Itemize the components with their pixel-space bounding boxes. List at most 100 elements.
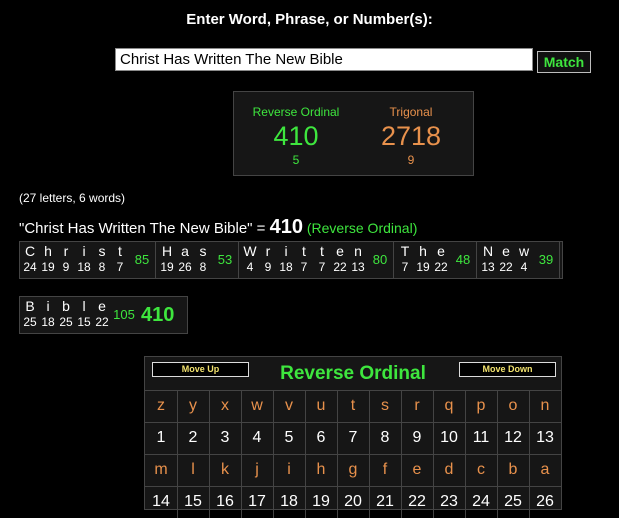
cipher-letter: f: [382, 461, 388, 478]
letter-cell: N 13: [479, 242, 497, 274]
letter-char: t: [302, 243, 306, 259]
summary-cipher-value: 410: [273, 121, 319, 151]
cipher-value: 1: [156, 429, 166, 446]
letter-cell: e 22: [432, 242, 450, 274]
grid-line: [369, 390, 370, 518]
letter-char: t: [118, 243, 122, 259]
letter-cell: t7: [313, 242, 331, 274]
letter-cell: n 13: [349, 242, 367, 274]
cipher-letter: b: [508, 461, 518, 478]
grid-line: [209, 390, 210, 518]
letter-char: N: [482, 243, 494, 259]
cipher-value: 24: [472, 493, 490, 510]
letter-char: s: [199, 243, 207, 259]
grid-line: [401, 390, 402, 518]
letter-value: 13: [481, 260, 495, 274]
letter-value: 13: [351, 260, 365, 274]
letter-char: C: [24, 243, 36, 259]
letter-char: i: [46, 298, 50, 314]
match-button[interactable]: Match: [537, 51, 591, 73]
letter-cell: C 24: [21, 242, 39, 274]
summary-cipher-name: Reverse Ordinal: [252, 105, 340, 119]
cipher-letter: u: [316, 397, 326, 414]
cipher-value: 10: [440, 429, 458, 446]
summary-reverse-ordinal[interactable]: Reverse Ordinal 410 5: [241, 92, 351, 167]
cipher-letter: w: [251, 397, 263, 414]
word-sum: 85: [134, 252, 150, 267]
cipher-value: 11: [472, 429, 490, 446]
letter-char: H: [161, 243, 173, 259]
letter-char: h: [419, 243, 427, 259]
cipher-letter: n: [540, 397, 550, 414]
letter-cell: t7: [295, 242, 313, 274]
letter-char: s: [98, 243, 106, 259]
letter-value: 9: [62, 260, 70, 274]
letter-value: 8: [199, 260, 207, 274]
cipher-value: 4: [252, 429, 262, 446]
word-sum: 39: [538, 252, 554, 267]
letter-char: e: [98, 298, 106, 314]
cipher-value: 3: [220, 429, 230, 446]
letter-value: 18: [279, 260, 293, 274]
letter-char: w: [518, 243, 530, 259]
letter-char: i: [284, 243, 288, 259]
cipher-letter: q: [444, 397, 454, 414]
letter-cell: w4: [515, 242, 533, 274]
letter-value: 4: [246, 260, 254, 274]
summary-cipher-reduction: 9: [407, 153, 415, 167]
cipher-value: 15: [184, 493, 202, 510]
cipher-value: 22: [408, 493, 426, 510]
letter-value: 22: [434, 260, 448, 274]
summary-trigonal[interactable]: Trigonal 2718 9: [356, 92, 466, 167]
letter-char: b: [62, 298, 70, 314]
phrase-input[interactable]: [115, 48, 533, 71]
cipher-value: 14: [152, 493, 170, 510]
word-divider: [238, 242, 239, 278]
prompt-label: Enter Word, Phrase, or Number(s):: [186, 11, 433, 28]
cipher-value: 2: [188, 429, 198, 446]
grid-line: [529, 390, 530, 518]
cipher-value: 9: [412, 429, 422, 446]
word-sum: 105: [113, 307, 135, 322]
letter-char: e: [336, 243, 344, 259]
letter-cell: h 19: [414, 242, 432, 274]
letter-value: 22: [95, 315, 109, 329]
cipher-value: 26: [536, 493, 554, 510]
grid-line: [273, 390, 274, 518]
letter-value: 8: [98, 260, 106, 274]
cipher-value: 23: [440, 493, 458, 510]
cipher-value: 19: [312, 493, 330, 510]
cipher-letter: d: [444, 461, 454, 478]
letter-value: 7: [318, 260, 326, 274]
cipher-value: 5: [284, 429, 294, 446]
cipher-letter: j: [255, 461, 259, 478]
letter-cell: i 18: [39, 297, 57, 329]
letter-cell: a 26: [176, 242, 194, 274]
letter-value: 22: [499, 260, 513, 274]
letter-cell: T7: [396, 242, 414, 274]
grid-line: [177, 390, 178, 518]
letter-cell: e 22: [93, 297, 111, 329]
letter-value: 9: [264, 260, 272, 274]
cipher-letter: l: [191, 461, 195, 478]
move-down-button[interactable]: Move Down: [459, 362, 556, 377]
letter-char: t: [320, 243, 324, 259]
letter-value: 18: [41, 315, 55, 329]
cipher-table: Move Up Reverse Ordinal Move Down zyxwvu…: [144, 356, 562, 518]
grid-line: [433, 390, 434, 518]
letter-cell: B 25: [21, 297, 39, 329]
letter-cell: b 25: [57, 297, 75, 329]
cipher-letter: m: [154, 461, 168, 478]
letter-cell: e 22: [331, 242, 349, 274]
letter-value: 19: [416, 260, 430, 274]
letter-char: l: [82, 298, 86, 314]
cipher-value: 12: [504, 429, 522, 446]
letter-cell: h 19: [39, 242, 57, 274]
letter-cell: i 18: [75, 242, 93, 274]
letter-cell: t7: [111, 242, 129, 274]
letter-value: 7: [401, 260, 409, 274]
letter-value: 19: [160, 260, 174, 274]
letter-cell: H 19: [158, 242, 176, 274]
cipher-letter: s: [381, 397, 389, 414]
cipher-letter: t: [350, 397, 356, 414]
